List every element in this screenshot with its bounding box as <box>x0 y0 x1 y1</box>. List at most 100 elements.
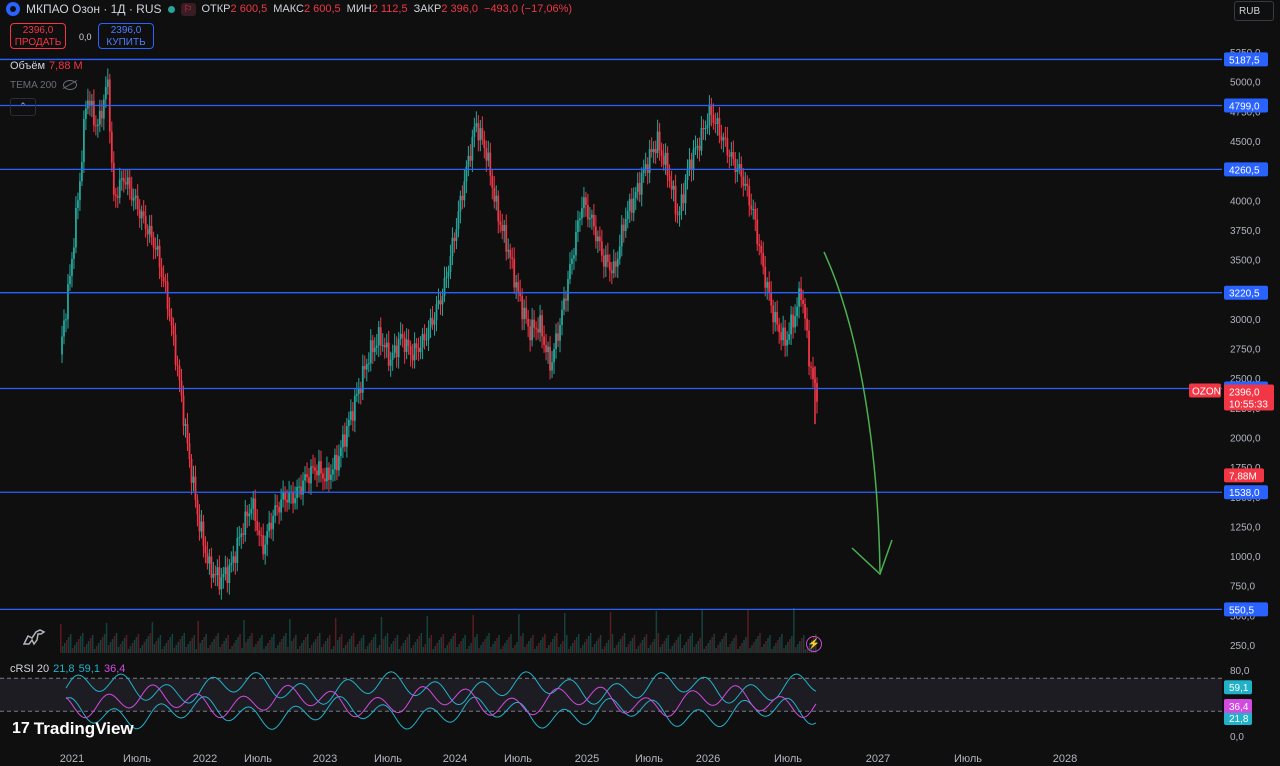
tradingview-logo[interactable]: 17 TradingView <box>12 719 134 739</box>
candle-body <box>104 86 107 100</box>
candle-body <box>272 515 275 530</box>
price-tick-label: 4000,0 <box>1230 196 1261 207</box>
candle-body <box>69 275 71 285</box>
candle-body <box>320 461 322 474</box>
candle-body <box>477 123 480 141</box>
candle-body <box>178 366 181 381</box>
candle-body <box>804 303 806 319</box>
volume-bar <box>111 639 114 653</box>
volume-bar <box>635 649 638 653</box>
buy-button[interactable]: 2396,0 КУПИТЬ <box>98 23 154 49</box>
candle-body <box>802 299 804 304</box>
candle-body <box>616 258 619 267</box>
volume-bar <box>715 648 717 653</box>
volume-bar <box>295 635 297 653</box>
candle-body <box>226 567 229 584</box>
volume-bar <box>789 639 791 653</box>
last-price-label: 2396,0 <box>1229 387 1260 398</box>
volume-bar <box>629 641 632 653</box>
volume-bar <box>484 639 486 653</box>
volume-bar <box>565 635 568 653</box>
rsi-badge-label: 21,8 <box>1229 714 1249 725</box>
volume-bar <box>741 643 743 653</box>
candle-body <box>674 185 677 215</box>
sell-button[interactable]: 2396,0 ПРОДАТЬ <box>10 23 66 49</box>
candle-body <box>778 324 781 333</box>
volume-bar <box>293 638 295 653</box>
candle-body <box>533 319 536 328</box>
volume-bar <box>641 640 644 653</box>
volume-bar <box>470 643 472 653</box>
candle-body <box>248 513 251 517</box>
candle-body <box>467 155 470 167</box>
volume-bar <box>729 644 731 653</box>
volume-bar <box>125 635 128 653</box>
volume-bar <box>731 641 733 653</box>
currency-select[interactable]: RUB <box>1234 1 1274 21</box>
time-tick-label: Июль <box>504 753 532 765</box>
symbol-title[interactable]: МКПАО Озон · 1Д · RUS <box>26 2 162 16</box>
price-tick-label: 2750,0 <box>1230 345 1261 356</box>
volume-bar <box>482 642 484 653</box>
candle-body <box>166 281 169 310</box>
candle-body <box>194 476 197 500</box>
volume-bar <box>265 646 267 653</box>
candle-body <box>168 309 171 317</box>
volume-bar <box>799 641 801 653</box>
volume-bar <box>390 644 393 653</box>
volume-bar <box>494 641 496 653</box>
volume-bar <box>548 645 550 653</box>
volume-bar <box>350 636 353 653</box>
flag-icon[interactable]: ⚐ <box>180 2 196 16</box>
volume-bar <box>239 634 241 653</box>
volume-bar <box>659 647 662 653</box>
volume-bar <box>502 646 504 653</box>
candle-body <box>718 118 721 136</box>
candle-body <box>792 314 794 328</box>
candle-body <box>106 79 109 87</box>
chart-canvas[interactable]: 5250,05000,04750,04500,04250,04000,03750… <box>0 0 1280 766</box>
volume-bar <box>486 636 488 653</box>
volume-bar <box>316 636 319 653</box>
chevron-up-icon[interactable]: ⌃ <box>10 98 36 116</box>
volume-bar <box>510 634 512 653</box>
candle-body <box>642 169 645 174</box>
candle-body <box>760 245 763 253</box>
volume-bar <box>247 639 249 653</box>
candle-body <box>660 150 663 156</box>
price-tick-label: 3500,0 <box>1230 256 1261 267</box>
volume-bar <box>71 648 74 653</box>
eye-hidden-icon[interactable] <box>62 80 77 91</box>
candle-body <box>686 169 689 181</box>
volume-bar <box>615 645 618 653</box>
candle-body <box>527 318 530 327</box>
volume-bar <box>464 635 466 653</box>
candle-body <box>371 340 374 353</box>
volume-bar <box>384 636 387 653</box>
candle-body <box>577 220 579 232</box>
tema-legend[interactable]: TEMA 200 <box>10 80 77 91</box>
volume-bar <box>388 647 391 653</box>
candle-body <box>262 535 265 555</box>
lightning-icon[interactable]: ⚡ <box>806 636 822 652</box>
candle-body <box>148 225 151 235</box>
candle-body <box>587 204 589 220</box>
volume-legend[interactable]: Объём 7,88 M <box>10 60 83 72</box>
candle-body <box>274 505 277 516</box>
candle-body <box>473 126 476 137</box>
volume-bar <box>448 642 450 653</box>
candle-body <box>762 252 765 267</box>
dinosaur-icon[interactable] <box>22 626 46 646</box>
annotation-arrow <box>823 251 881 573</box>
candle-body <box>537 328 540 333</box>
volume-bar <box>332 646 335 653</box>
volume-bar <box>430 635 433 653</box>
candle-body <box>160 267 163 278</box>
rsi-legend[interactable]: cRSI 20 21,8 59,1 36,4 <box>10 663 125 675</box>
candle-body <box>397 339 400 358</box>
candle-body <box>766 282 769 288</box>
candle-body <box>102 99 105 119</box>
candle-body <box>561 309 563 325</box>
candle-body <box>507 249 510 252</box>
volume-bar <box>231 646 233 653</box>
